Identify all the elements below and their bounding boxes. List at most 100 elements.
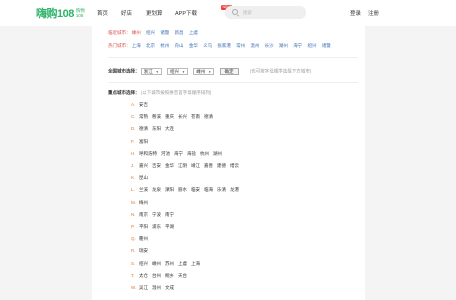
hot-city[interactable]: 金华 [189,43,198,48]
letter-city-link[interactable]: 靖江 [191,163,200,168]
nav-home[interactable]: 首页 [97,9,108,17]
letter-city-link[interactable]: 慈溪 [152,114,161,119]
letter-city-link[interactable]: 河池 [161,151,170,156]
hot-city[interactable]: 常州 [236,43,245,48]
letter-index: C. [131,114,136,120]
letter-city-link[interactable]: 嘉善 [204,163,213,168]
letter-row: F. 富阳 [131,139,152,145]
letter-city-link[interactable]: 兰溪 [139,187,148,192]
letter-city-link[interactable]: 绍兴 [139,261,148,266]
nearby-city[interactable]: 新昌 [175,30,184,35]
letter-city-link[interactable]: 吉安 [152,163,161,168]
letter-city-link[interactable]: 安吉 [139,102,148,107]
hot-city[interactable]: 温州 [250,43,259,48]
letter-index: L. [131,187,135,193]
hot-city[interactable]: 杭州 [160,43,169,48]
confirm-button[interactable]: 确定 [219,68,239,75]
letter-city-link[interactable]: 湖州 [213,151,222,156]
letter-city-link[interactable]: 龙泉 [152,187,161,192]
hot-city[interactable]: 义乌 [203,43,212,48]
hot-city[interactable]: 舟山 [175,43,184,48]
nav-app-download[interactable]: APP下载 [175,9,197,17]
city-value: 绍兴 [170,69,180,74]
letter-city-link[interactable]: 文成 [165,285,174,290]
letter-city-link[interactable]: 台州 [152,273,161,278]
letter-city-link[interactable]: 丽水 [178,187,187,192]
hot-city[interactable]: 海宁 [293,43,302,48]
letter-city-link[interactable]: 苏州 [165,261,174,266]
letter-city-link[interactable]: 太仓 [139,273,148,278]
letter-city-link[interactable]: 龙港 [230,187,239,192]
nearby-city[interactable]: 绍兴 [146,30,155,35]
letter-city-link[interactable]: 梅州 [139,200,148,205]
letter-city-link[interactable]: 南京 [139,212,148,217]
letter-city-link[interactable]: 嘉兴 [139,163,148,168]
province-select[interactable]: 浙江 ▼ [140,68,162,75]
nearby-city[interactable]: 诸暨 [160,30,169,35]
letter-section-label: 重点城市选择： [108,90,140,95]
hot-city[interactable]: 绍兴 [307,43,316,48]
letter-city-link[interactable]: 呼和浩特 [139,151,157,156]
letter-city-link[interactable]: 富阳 [139,139,148,144]
search-input[interactable]: 搜索 [225,6,306,19]
hot-city[interactable]: 张家港 [217,43,231,48]
letter-city-link[interactable]: 衢州 [139,236,148,241]
letter-city-link[interactable]: 浦东 [152,224,161,229]
nearby-city[interactable]: 嵊州 [132,30,141,35]
letter-city-link[interactable]: 溧阳 [165,187,174,192]
hot-city[interactable]: 诸暨 [322,43,331,48]
hot-city[interactable]: 长沙 [265,43,274,48]
letter-city-link[interactable]: 南宁 [165,212,174,217]
county-select[interactable]: 嵊州 ▼ [193,68,215,75]
letter-city-link[interactable]: 金华 [165,163,174,168]
letter-city-link[interactable]: 东阳 [152,126,161,131]
letter-city-link[interactable]: 临海 [204,187,213,192]
letter-city-link[interactable]: 宁波 [152,212,161,217]
letter-city-link[interactable]: 海盐 [187,151,196,156]
hot-city[interactable]: 上海 [132,43,141,48]
letter-city-link[interactable]: 大连 [165,126,174,131]
letter-city-link[interactable]: 平湖 [165,224,174,229]
hot-city[interactable]: 北京 [146,43,155,48]
letter-index: S. [131,260,136,266]
logo-text: 嗨购108 [36,8,74,20]
letter-city-link[interactable]: 桐乡 [165,273,174,278]
letter-city-link[interactable]: 海宁 [174,151,183,156]
letter-city-link[interactable]: 苍南 [191,114,200,119]
letter-city-link[interactable]: 临安 [191,187,200,192]
letter-city-link[interactable]: 德清 [139,126,148,131]
letter-city-link[interactable]: 重庆 [165,114,174,119]
letter-city-link[interactable]: 长兴 [178,114,187,119]
letter-city-link[interactable]: 天台 [178,273,187,278]
letter-row: N. 南京 宁波 南宁 [131,212,178,218]
letter-city-link[interactable]: 缙云 [230,163,239,168]
hot-city[interactable]: 湖州 [279,43,288,48]
letter-index: W. [131,285,137,290]
letter-index: N. [131,211,136,217]
letter-city-link[interactable]: 上海 [191,261,200,266]
letter-city-link[interactable]: 江阴 [178,163,187,168]
login-link[interactable]: 登录 [350,9,361,17]
letter-city-link[interactable]: 乐清 [217,187,226,192]
province-label: 全国城市选择： [108,68,140,74]
letter-city-link[interactable]: 昆山 [139,175,148,180]
letter-city-link[interactable]: 温州 [152,285,161,290]
letter-city-link[interactable]: 常熟 [139,114,148,119]
city-select[interactable]: 绍兴 ▼ [167,68,188,75]
letter-city-link[interactable]: 瑞安 [139,248,148,253]
letter-city-link[interactable]: 建德 [217,163,226,168]
letter-city-link[interactable]: 杭州 [200,151,209,156]
letter-city-link[interactable]: 平阳 [139,224,148,229]
chevron-down-icon: ▼ [155,70,159,74]
letter-city-link[interactable]: 上虞 [178,261,187,266]
letter-index: P. [131,224,135,229]
nearby-city[interactable]: 上虞 [189,30,198,35]
register-link[interactable]: 注册 [368,9,379,17]
letter-row: W. 吴江 温州 文成 [131,285,178,291]
letter-city-link[interactable]: 嵊州 [152,261,161,266]
letter-city-link[interactable]: 吴江 [139,285,148,290]
nav-good-shops[interactable]: 好店 [121,9,132,17]
nav-deals[interactable]: 更划算 [146,9,163,17]
site-logo[interactable]: 嗨购108 购物 108 [36,6,85,20]
letter-city-link[interactable]: 德清 [204,114,213,119]
